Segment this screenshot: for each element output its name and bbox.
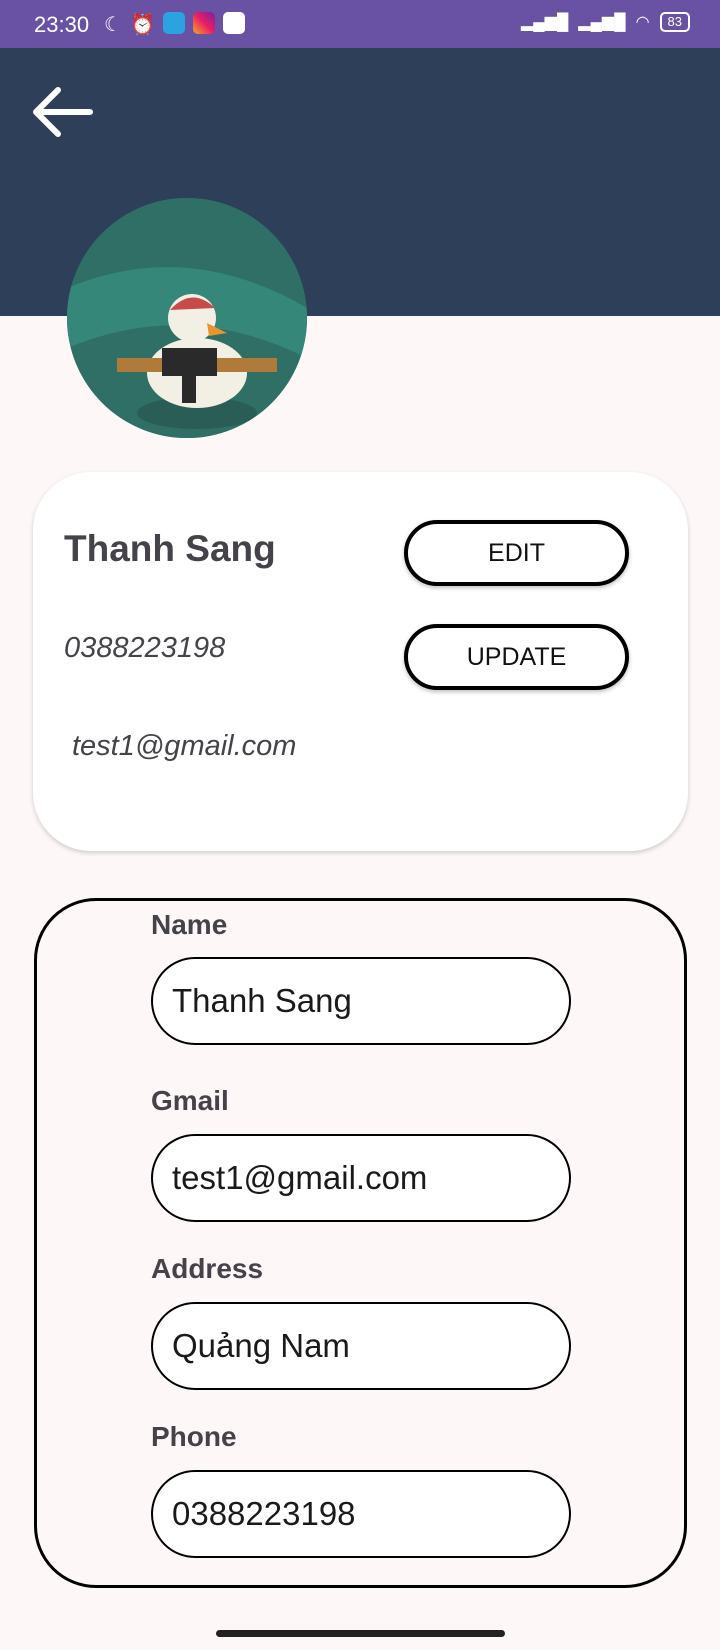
address-field[interactable] xyxy=(151,1302,571,1390)
instagram-icon xyxy=(192,12,215,34)
wifi-icon: ◠ xyxy=(635,14,650,31)
arrow-left-icon[interactable] xyxy=(28,82,98,142)
signal-icon: ▂▄▆█ xyxy=(521,14,569,31)
telegram-icon xyxy=(162,12,185,34)
profile-email: test1@gmail.com xyxy=(72,730,297,762)
home-indicator[interactable] xyxy=(216,1630,505,1637)
gmail-label: Gmail xyxy=(151,1085,229,1116)
edit-button[interactable]: EDIT xyxy=(404,520,629,586)
profile-form: Name Gmail Address Phone xyxy=(34,898,687,1588)
update-button[interactable]: UPDATE xyxy=(404,624,629,690)
play-icon xyxy=(222,12,245,34)
gmail-field[interactable] xyxy=(151,1134,571,1222)
status-time: 23:30 xyxy=(34,12,90,37)
status-bar: 23:30 ☾ ⏰ ▂▄▆█ ▂▄▆█ ◠ 83 xyxy=(0,0,720,48)
moon-icon: ☾ xyxy=(104,14,122,36)
phone-field[interactable] xyxy=(151,1470,571,1558)
alarm-icon: ⏰ xyxy=(129,14,155,36)
avatar[interactable] xyxy=(67,198,307,438)
battery-icon: 83 xyxy=(659,12,690,32)
avatar-image xyxy=(67,198,307,438)
name-label: Name xyxy=(151,909,228,940)
address-label: Address xyxy=(151,1253,264,1284)
profile-card: Thanh Sang 0388223198 test1@gmail.com ED… xyxy=(33,472,688,851)
profile-phone: 0388223198 xyxy=(64,632,226,664)
signal-icon: ▂▄▆█ xyxy=(578,14,626,31)
phone-label: Phone xyxy=(151,1421,237,1452)
name-field[interactable] xyxy=(151,957,571,1045)
profile-name: Thanh Sang xyxy=(64,528,276,569)
